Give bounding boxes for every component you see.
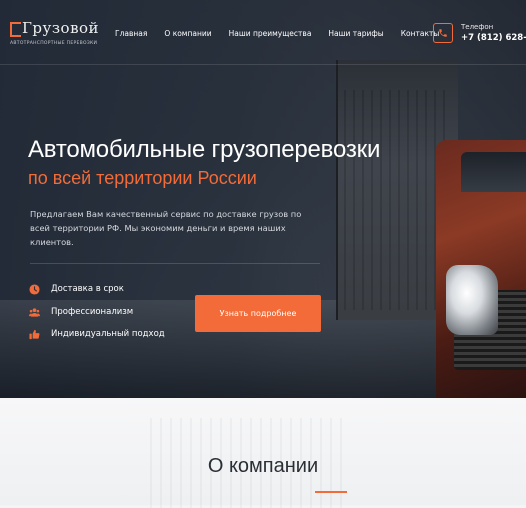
about-title: О компании [207,455,319,477]
nav-item-home[interactable]: Главная [115,29,147,38]
phone-number[interactable]: +7 (812) 628-07- [461,33,526,43]
hero-subtitle: по всей территории России [28,168,257,188]
nav-item-about[interactable]: О компании [164,29,211,38]
feature-label: Индивидуальный подход [51,329,165,339]
phone-icon [439,29,447,37]
hero-section: Грузовой АВТОТРАНСПОРТНЫЕ ПЕРЕВОЗКИ Глав… [0,0,526,398]
hero-title: Автомобильные грузоперевозки [28,136,381,163]
users-icon [29,307,40,317]
phone-label: Телефон [461,23,494,31]
logo-mark-icon [10,22,21,37]
truck-image [336,40,526,398]
clock-icon [29,284,40,295]
hero-description: Предлагаем Вам качественный сервис по до… [30,209,302,247]
phone-button[interactable] [433,23,453,43]
main-nav: Главная О компании Наши преимущества Наш… [115,29,456,38]
feature-label: Профессионализм [51,306,134,317]
thumbs-up-icon [29,329,40,340]
nav-item-advantages[interactable]: Наши преимущества [229,29,312,38]
logo-subtitle: АВТОТРАНСПОРТНЫЕ ПЕРЕВОЗКИ [10,41,98,46]
nav-item-tariffs[interactable]: Наши тарифы [328,29,383,38]
header-divider [0,64,526,65]
feature-label: Доставка в срок [51,284,124,294]
learn-more-button[interactable]: Узнать подробнее [195,295,321,332]
about-title-underline [315,491,347,493]
logo-title: Грузовой [22,19,100,37]
about-section: О компании [0,398,526,508]
hero-divider [30,263,320,264]
